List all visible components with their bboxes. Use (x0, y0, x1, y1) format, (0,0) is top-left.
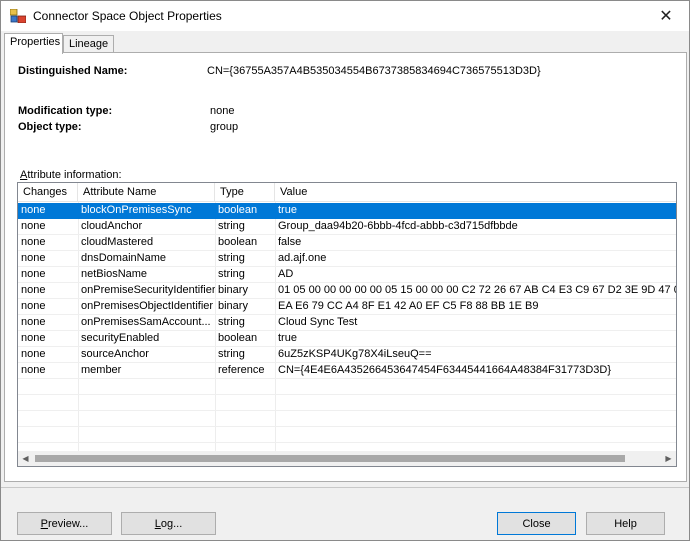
cell-type: boolean (218, 332, 258, 344)
distinguished-name-value: CN={36755A357A4B535034554B6737385834694C… (207, 65, 541, 77)
tab-properties[interactable]: Properties (4, 33, 63, 54)
cell-changes: none (21, 332, 46, 344)
close-button[interactable]: Close (497, 512, 576, 535)
cell-value: Group_daa94b20-6bbb-4fcd-abbb-c3d715dfbb… (278, 220, 518, 232)
table-row[interactable]: none blockOnPremisesSync boolean true (18, 203, 676, 219)
cell-changes: none (21, 348, 46, 360)
cell-changes: none (21, 364, 46, 376)
cell-value: false (278, 236, 302, 248)
table-row[interactable]: none cloudMastered boolean false (18, 235, 676, 251)
cell-attribute-name: cloudMastered (81, 236, 154, 248)
table-row[interactable]: none onPremiseSecurityIdentifier binary 01 … (18, 283, 677, 299)
cell-value: ad.ajf.one (278, 252, 327, 264)
cell-changes: none (21, 220, 46, 232)
cell-type: boolean (218, 236, 258, 248)
table-row[interactable]: none dnsDomainName string ad.ajf.one (18, 251, 676, 267)
table-row[interactable]: none cloudAnchor string Group_daa94b20-6bbb… (18, 219, 676, 235)
properties-window: Connector Space Object Properties ✕ Prop… (0, 0, 690, 541)
attribute-information-label: Attribute information: (20, 169, 122, 181)
cell-attribute-name: dnsDomainName (81, 252, 166, 264)
cell-attribute-name: netBiosName (81, 268, 148, 280)
cell-value: EA E6 79 CC A4 8F E1 42 A0 EF C5 F8 88 B… (278, 300, 539, 312)
close-window-button[interactable]: ✕ (643, 1, 689, 31)
cell-value: 6uZ5zKSP4UKg78X4iLseuQ== (278, 348, 432, 360)
cell-type: string (218, 316, 245, 328)
log-button[interactable]: Log... (121, 512, 216, 535)
cell-type: string (218, 220, 245, 232)
object-type-label: Object type: (18, 121, 82, 133)
table-row[interactable]: none netBiosName string AD (18, 267, 676, 283)
cell-value: Cloud Sync Test (278, 316, 358, 328)
cell-value: true (278, 204, 297, 216)
window-title: Connector Space Object Properties (33, 9, 222, 23)
cell-attribute-name: onPremisesObjectIdentifier (81, 300, 214, 312)
tab-properties-label: Properties (10, 36, 61, 48)
scroll-right-icon[interactable]: ▶ (661, 451, 676, 466)
cell-changes: none (21, 300, 46, 312)
properties-panel: Distinguished Name: CN={36755A357A4B5350… (4, 52, 687, 482)
column-header-type[interactable]: Type (215, 183, 275, 202)
cell-value: AD (278, 268, 294, 280)
attribute-table[interactable]: Changes Attribute Name Type Value none bl… (17, 182, 677, 467)
empty-row (18, 379, 676, 395)
table-row[interactable]: none member reference CN={4E4E6A43526645364… (18, 363, 676, 379)
scroll-left-icon[interactable]: ◀ (18, 451, 33, 466)
tab-lineage-label: Lineage (69, 38, 109, 50)
modification-type-label: Modification type: (18, 105, 113, 117)
empty-row (18, 427, 676, 443)
cell-value: 01 05 00 00 00 00 00 05 15 00 00 00 C2 7… (278, 284, 677, 296)
cell-type: binary (218, 300, 248, 312)
close-icon: ✕ (659, 8, 673, 25)
preview-button[interactable]: Preview... (17, 512, 112, 535)
table-row[interactable]: none onPremisesObjectIdentifier binary EA E… (18, 299, 676, 315)
column-header-attribute-name[interactable]: Attribute Name (78, 183, 215, 202)
empty-row (18, 411, 676, 427)
cell-type: binary (218, 284, 248, 296)
table-row[interactable]: none onPremisesSamAccount... string Cloud S… (18, 315, 676, 331)
distinguished-name-label: Distinguished Name: (18, 65, 128, 77)
cell-attribute-name: sourceAnchor (81, 348, 149, 360)
object-type-value: group (210, 121, 239, 133)
table-row[interactable]: none securityEnabled boolean true (18, 331, 676, 347)
tab-lineage[interactable]: Lineage (63, 35, 114, 53)
divider (1, 487, 689, 488)
cell-attribute-name: onPremiseSecurityIdentifier (81, 284, 215, 296)
horizontal-scrollbar[interactable]: ◀ ▶ (18, 451, 676, 466)
cell-type: reference (218, 364, 265, 376)
cell-changes: none (21, 252, 46, 264)
cell-changes: none (21, 316, 46, 328)
cell-type: string (218, 252, 245, 264)
empty-row (18, 395, 676, 411)
cell-value: true (278, 332, 297, 344)
title-bar[interactable]: Connector Space Object Properties ✕ (1, 1, 689, 31)
cell-changes: none (21, 284, 46, 296)
cell-attribute-name: cloudAnchor (81, 220, 143, 232)
column-header-changes[interactable]: Changes (18, 183, 78, 202)
cell-changes: none (21, 204, 46, 216)
scrollbar-thumb[interactable] (35, 455, 625, 462)
modification-type-value: none (210, 105, 235, 117)
cell-type: boolean (218, 204, 258, 216)
connector-app-icon (10, 9, 26, 23)
cell-value: CN={4E4E6A435266453647454F63445441664A48… (278, 364, 612, 376)
cell-attribute-name: onPremisesSamAccount... (81, 316, 211, 328)
help-button[interactable]: Help (586, 512, 665, 535)
table-header: Changes Attribute Name Type Value (18, 183, 676, 202)
cell-type: string (218, 348, 245, 360)
cell-attribute-name: blockOnPremisesSync (81, 204, 192, 216)
cell-attribute-name: member (81, 364, 122, 376)
cell-changes: none (21, 236, 46, 248)
cell-attribute-name: securityEnabled (81, 332, 160, 344)
table-row[interactable]: none sourceAnchor string 6uZ5zKSP4UKg78X4iL… (18, 347, 676, 363)
cell-changes: none (21, 268, 46, 280)
cell-type: string (218, 268, 245, 280)
column-header-value[interactable]: Value (275, 183, 676, 202)
